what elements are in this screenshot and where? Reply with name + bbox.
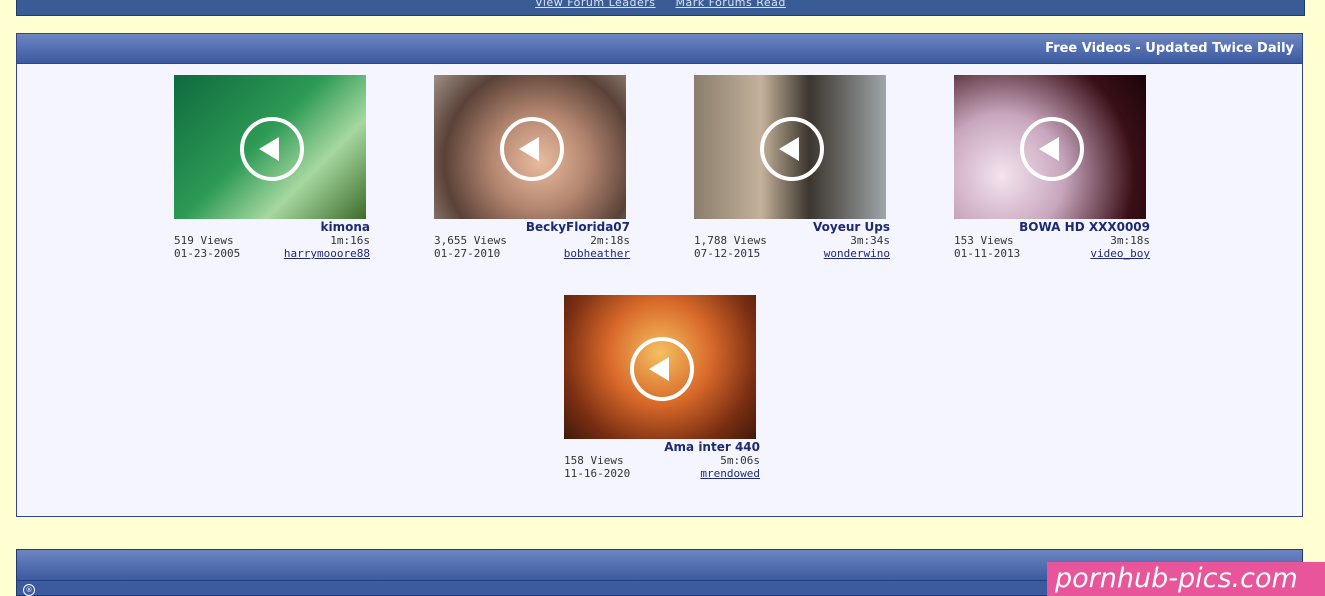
video-date: 01-27-2010 (434, 247, 501, 260)
play-icon[interactable] (760, 117, 824, 181)
video-user-link[interactable]: bobheather (564, 247, 630, 260)
video-views: 519 Views (174, 234, 234, 247)
play-icon[interactable] (500, 117, 564, 181)
video-thumbnail[interactable] (564, 295, 756, 439)
video-thumbnail[interactable] (434, 75, 626, 219)
video-date: 01-11-2013 (954, 247, 1021, 260)
video-duration: 5m:06s (720, 454, 760, 467)
video-date: 01-23-2005 (174, 247, 241, 260)
view-forum-leaders-link[interactable]: View Forum Leaders (535, 0, 655, 9)
video-thumbnail[interactable] (954, 75, 1146, 219)
free-videos-panel: Free Videos - Updated Twice Daily kimona… (16, 33, 1303, 517)
video-title[interactable]: Voyeur Ups (694, 220, 890, 234)
video-duration: 2m:18s (590, 234, 630, 247)
video-user-link[interactable]: harrymooore88 (284, 247, 370, 260)
video-duration: 1m:16s (330, 234, 370, 247)
video-duration: 3m:18s (1110, 234, 1150, 247)
video-duration: 3m:34s (850, 234, 890, 247)
play-icon[interactable] (240, 117, 304, 181)
video-thumbnail[interactable] (694, 75, 886, 219)
video-card[interactable]: kimona 519 Views 1m:16s 01-23-2005 harrymo… (174, 75, 370, 260)
mark-forums-read-link[interactable]: Mark Forums Read (676, 0, 786, 9)
video-title[interactable]: kimona (174, 220, 370, 234)
video-title[interactable]: BeckyFlorida07 (434, 220, 630, 234)
video-user-link[interactable]: wonderwino (824, 247, 890, 260)
play-icon[interactable] (630, 337, 694, 401)
video-thumbnail[interactable] (174, 75, 366, 219)
panel-title: Free Videos - Updated Twice Daily (17, 34, 1302, 64)
video-date: 11-16-2020 (564, 467, 631, 480)
top-nav-bar: View Forum Leaders Mark Forums Read (16, 0, 1305, 16)
watermark: pornhub-pics.com (1047, 562, 1325, 596)
registered-icon: ® (23, 584, 35, 596)
play-icon[interactable] (1020, 117, 1084, 181)
video-views: 1,788 Views (694, 234, 767, 247)
video-user-link[interactable]: video_boy (1090, 247, 1150, 260)
video-date: 07-12-2015 (694, 247, 761, 260)
nav-links: View Forum Leaders Mark Forums Read (17, 0, 1304, 9)
video-card[interactable]: BeckyFlorida07 3,655 Views 2m:18s 01-27-2… (434, 75, 630, 260)
video-views: 153 Views (954, 234, 1014, 247)
video-views: 158 Views (564, 454, 624, 467)
video-user-link[interactable]: mrendowed (700, 467, 760, 480)
video-card[interactable]: Voyeur Ups 1,788 Views 3m:34s 07-12-2015 w… (694, 75, 890, 260)
video-card[interactable]: Ama inter 440 158 Views 5m:06s 11-16-2020… (564, 295, 760, 480)
video-title[interactable]: Ama inter 440 (564, 440, 760, 454)
video-card[interactable]: BOWA HD XXX0009 153 Views 3m:18s 01-11-20… (954, 75, 1150, 260)
video-views: 3,655 Views (434, 234, 507, 247)
video-title[interactable]: BOWA HD XXX0009 (954, 220, 1150, 234)
